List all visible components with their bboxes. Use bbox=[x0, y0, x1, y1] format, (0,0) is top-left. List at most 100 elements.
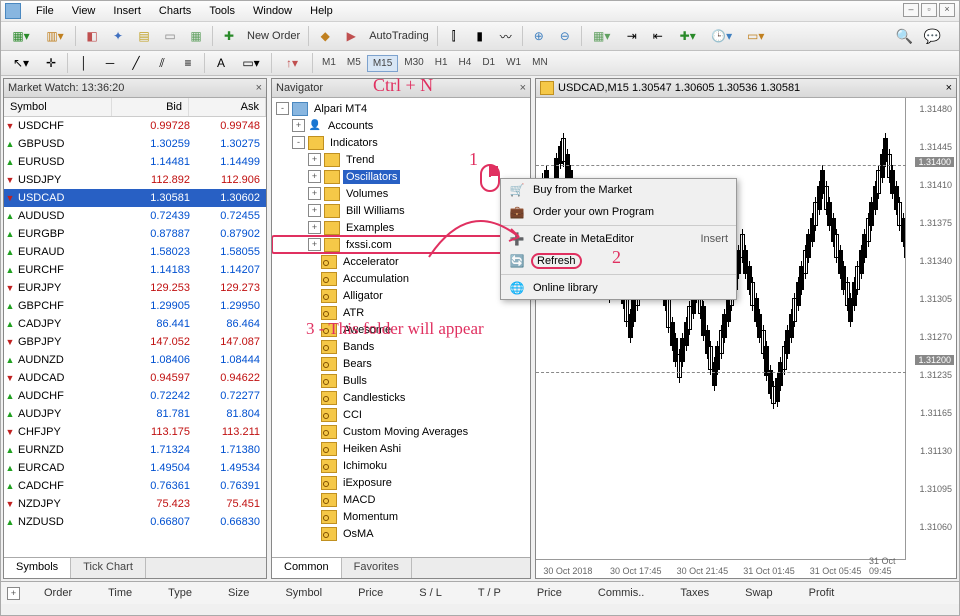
tree-node[interactable]: +fxssi.com bbox=[272, 236, 530, 253]
symbol-row-eurcad[interactable]: ▲EURCAD1.495041.49534 bbox=[4, 459, 266, 477]
timeframe-m5[interactable]: M5 bbox=[342, 55, 366, 72]
tree-node[interactable]: +👤Accounts bbox=[272, 117, 530, 134]
horizontal-line-button[interactable]: ─ bbox=[98, 51, 122, 75]
symbol-row-eurchf[interactable]: ▲EURCHF1.141831.14207 bbox=[4, 261, 266, 279]
tree-node[interactable]: MACD bbox=[272, 491, 530, 508]
symbol-row-cadchf[interactable]: ▲CADCHF0.763610.76391 bbox=[4, 477, 266, 495]
tree-node[interactable]: +Volumes bbox=[272, 185, 530, 202]
menu-charts[interactable]: Charts bbox=[150, 3, 200, 19]
text-button[interactable]: A bbox=[209, 51, 233, 75]
crosshair-button[interactable]: ✛ bbox=[39, 51, 63, 75]
navigator-close[interactable]: × bbox=[520, 82, 526, 94]
timeframe-m1[interactable]: M1 bbox=[317, 55, 341, 72]
timeframe-h1[interactable]: H1 bbox=[430, 55, 453, 72]
tree-node[interactable]: OsMA bbox=[272, 525, 530, 542]
menu-tools[interactable]: Tools bbox=[200, 3, 244, 19]
symbol-row-chfjpy[interactable]: ▼CHFJPY113.175113.211 bbox=[4, 423, 266, 441]
symbol-row-audchf[interactable]: ▲AUDCHF0.722420.72277 bbox=[4, 387, 266, 405]
tree-node[interactable]: +Trend bbox=[272, 151, 530, 168]
symbol-row-usdcad[interactable]: ▼USDCAD1.305811.30602 bbox=[4, 189, 266, 207]
trendline-button[interactable]: ╱ bbox=[124, 51, 148, 75]
terminal-col[interactable]: Commis.. bbox=[580, 587, 662, 599]
menu-insert[interactable]: Insert bbox=[104, 3, 150, 19]
line-chart-button[interactable]: 〰 bbox=[494, 24, 518, 48]
terminal-col[interactable]: Price bbox=[340, 587, 401, 599]
cursor-button[interactable]: ↖▾ bbox=[5, 51, 37, 75]
close-button[interactable]: × bbox=[939, 3, 955, 17]
terminal-col[interactable]: T / P bbox=[460, 587, 519, 599]
symbol-row-audjpy[interactable]: ▲AUDJPY81.78181.804 bbox=[4, 405, 266, 423]
profiles-button[interactable]: ▥▾ bbox=[39, 24, 71, 48]
symbol-row-nzdusd[interactable]: ▲NZDUSD0.668070.66830 bbox=[4, 513, 266, 531]
menu-help[interactable]: Help bbox=[301, 3, 342, 19]
timeframe-w1[interactable]: W1 bbox=[501, 55, 526, 72]
tree-node[interactable]: -Alpari MT4 bbox=[272, 100, 530, 117]
tree-node[interactable]: Ichimoku bbox=[272, 457, 530, 474]
metaeditor-button[interactable]: ◆ bbox=[313, 24, 337, 48]
terminal-col[interactable]: Type bbox=[150, 587, 210, 599]
menu-view[interactable]: View bbox=[63, 3, 105, 19]
navigator-toggle[interactable]: ✦ bbox=[106, 24, 130, 48]
chart-close[interactable]: × bbox=[946, 82, 952, 94]
tree-node[interactable]: +Examples bbox=[272, 219, 530, 236]
zoom-out-button[interactable]: ⊖ bbox=[553, 24, 577, 48]
terminal-toggle[interactable]: ▭ bbox=[158, 24, 182, 48]
templates-button[interactable]: ▭▾ bbox=[740, 24, 772, 48]
tab-tick-chart[interactable]: Tick Chart bbox=[71, 558, 146, 578]
fibo-button[interactable]: ≡ bbox=[176, 51, 200, 75]
symbol-row-eurusd[interactable]: ▲EURUSD1.144811.14499 bbox=[4, 153, 266, 171]
chart-area[interactable]: 1.314801.314451.314101.313751.313401.313… bbox=[536, 98, 956, 578]
vertical-line-button[interactable]: │ bbox=[72, 51, 96, 75]
tree-node[interactable]: Bands bbox=[272, 338, 530, 355]
terminal-col[interactable]: Symbol bbox=[267, 587, 340, 599]
indicators-button[interactable]: ✚▾ bbox=[672, 24, 704, 48]
symbol-row-usdjpy[interactable]: ▼USDJPY112.892112.906 bbox=[4, 171, 266, 189]
ctx-create-in-metaeditor[interactable]: ➕Create in MetaEditorInsert bbox=[501, 228, 736, 250]
tree-node[interactable]: Alligator bbox=[272, 287, 530, 304]
tree-node[interactable]: Heiken Ashi bbox=[272, 440, 530, 457]
tree-node[interactable]: Awesome bbox=[272, 321, 530, 338]
tree-node[interactable]: Custom Moving Averages bbox=[272, 423, 530, 440]
channel-button[interactable]: ⫽ bbox=[150, 51, 174, 75]
col-bid[interactable]: Bid bbox=[112, 98, 189, 116]
mql-community-icon[interactable]: 💬 bbox=[924, 28, 941, 45]
candle-chart-button[interactable]: ▮ bbox=[468, 24, 492, 48]
timeframe-m15[interactable]: M15 bbox=[367, 55, 398, 72]
symbol-row-gbpusd[interactable]: ▲GBPUSD1.302591.30275 bbox=[4, 135, 266, 153]
tree-node[interactable]: Accumulation bbox=[272, 270, 530, 287]
timeframe-m30[interactable]: M30 bbox=[399, 55, 428, 72]
tree-node[interactable]: Accelerator bbox=[272, 253, 530, 270]
new-order-icon[interactable]: ✚ bbox=[217, 24, 241, 48]
tree-node[interactable]: iExposure bbox=[272, 474, 530, 491]
bar-chart-button[interactable]: ⫿ bbox=[442, 24, 466, 48]
symbol-row-gbpjpy[interactable]: ▼GBPJPY147.052147.087 bbox=[4, 333, 266, 351]
tab-common[interactable]: Common bbox=[272, 558, 342, 578]
symbol-row-eurjpy[interactable]: ▼EURJPY129.253129.273 bbox=[4, 279, 266, 297]
terminal-col[interactable]: Taxes bbox=[662, 587, 727, 599]
terminal-col[interactable]: Size bbox=[210, 587, 267, 599]
tree-node[interactable]: -Indicators bbox=[272, 134, 530, 151]
timeframe-mn[interactable]: MN bbox=[527, 55, 553, 72]
tree-node[interactable]: Momentum bbox=[272, 508, 530, 525]
symbol-row-eurgbp[interactable]: ▲EURGBP0.878870.87902 bbox=[4, 225, 266, 243]
tree-node[interactable]: ATR bbox=[272, 304, 530, 321]
expand-button[interactable]: + bbox=[7, 587, 20, 600]
terminal-col[interactable]: Order bbox=[26, 587, 90, 599]
symbol-row-eurnzd[interactable]: ▲EURNZD1.713241.71380 bbox=[4, 441, 266, 459]
col-symbol[interactable]: Symbol bbox=[4, 98, 112, 116]
market-watch-toggle[interactable]: ◧ bbox=[80, 24, 104, 48]
tree-node[interactable]: +Oscillators bbox=[272, 168, 530, 185]
timeframe-h4[interactable]: H4 bbox=[454, 55, 477, 72]
tile-windows-button[interactable]: ▦▾ bbox=[586, 24, 618, 48]
timeframe-d1[interactable]: D1 bbox=[477, 55, 500, 72]
ctx-order-your-own-program[interactable]: 💼Order your own Program bbox=[501, 201, 736, 223]
text-label-button[interactable]: ▭▾ bbox=[235, 51, 267, 75]
ctx-online-library[interactable]: 🌐Online library bbox=[501, 277, 736, 299]
zoom-in-button[interactable]: ⊕ bbox=[527, 24, 551, 48]
terminal-col[interactable]: Price bbox=[519, 587, 580, 599]
ctx-buy-from-the-market[interactable]: 🛒Buy from the Market bbox=[501, 179, 736, 201]
ctx-refresh[interactable]: 🔄Refresh bbox=[501, 250, 736, 272]
auto-scroll-button[interactable]: ⇥ bbox=[620, 24, 644, 48]
restore-button[interactable]: ▫ bbox=[921, 3, 937, 17]
new-chart-button[interactable]: ▦▾ bbox=[5, 24, 37, 48]
